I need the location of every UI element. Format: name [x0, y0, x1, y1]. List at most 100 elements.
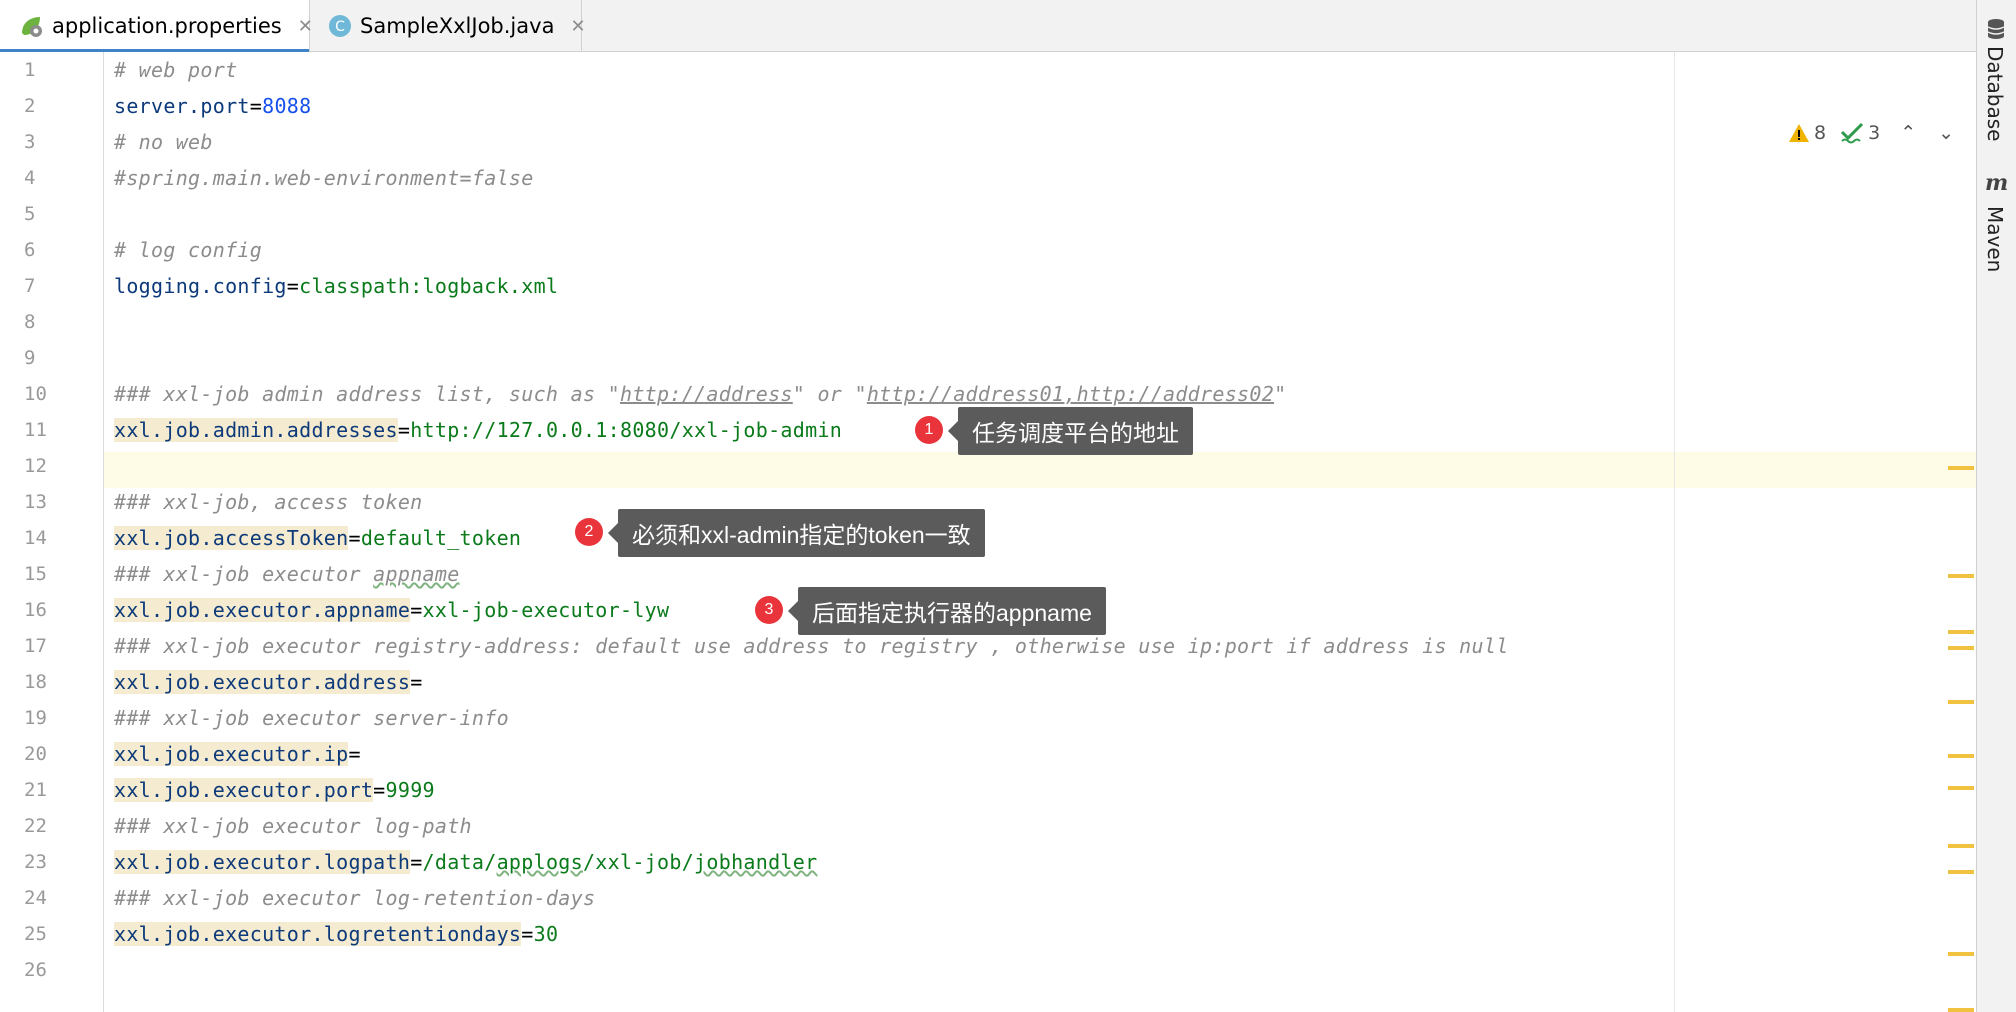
line-number: 18: [24, 671, 47, 693]
error-stripe-marker[interactable]: [1948, 646, 1974, 650]
annotation-callout-2: 必须和xxl-admin指定的token一致: [608, 509, 985, 557]
property-separator: =: [286, 274, 300, 298]
editor-tab-bar: application.properties ✕ C SampleXxlJob.…: [0, 0, 1976, 53]
chevron-down-icon[interactable]: ⌄: [1938, 122, 1954, 144]
comment-text: ### xxl-job executor log-retention-days: [114, 886, 596, 910]
code-line[interactable]: 3 # no web: [0, 124, 1976, 160]
error-stripe-marker[interactable]: [1948, 952, 1974, 956]
property-value: 8088: [262, 94, 312, 118]
code-line[interactable]: 6 # log config: [0, 232, 1976, 268]
code-line[interactable]: 8: [0, 304, 1976, 340]
line-number: 20: [24, 743, 47, 765]
code-line[interactable]: 14 xxl.job.accessToken=default_token: [0, 520, 1976, 556]
comment-text: ### xxl-job executor server-info: [114, 706, 509, 730]
property-value-fragment: jobhandler: [694, 850, 818, 874]
line-number: 1: [24, 59, 36, 81]
error-stripe-marker[interactable]: [1948, 754, 1974, 758]
code-text: xxl.job.executor.logretentiondays=30: [114, 922, 558, 946]
code-line[interactable]: 7 logging.config=classpath:logback.xml: [0, 268, 1976, 304]
comment-fragment: ": [1274, 382, 1287, 406]
tool-window-strip: Database m Maven: [1976, 0, 2016, 1012]
code-text: ### xxl-job executor log-retention-days: [114, 886, 595, 910]
tab-label: SampleXxlJob.java: [360, 14, 555, 38]
code-line[interactable]: 21 xxl.job.executor.port=9999: [0, 772, 1976, 808]
line-number: 26: [24, 959, 47, 981]
annotation-badge-3: 3: [755, 596, 783, 624]
database-icon[interactable]: [1985, 18, 2007, 46]
code-line[interactable]: 13 ### xxl-job, access token: [0, 484, 1976, 520]
property-separator: =: [397, 418, 411, 442]
close-icon[interactable]: ✕: [570, 16, 585, 37]
error-stripe-marker[interactable]: [1948, 844, 1974, 848]
code-line[interactable]: 26: [0, 952, 1976, 988]
error-stripe-marker[interactable]: [1948, 700, 1974, 704]
error-stripe-marker[interactable]: [1948, 1008, 1974, 1012]
code-line[interactable]: 19 ### xxl-job executor server-info: [0, 700, 1976, 736]
code-line[interactable]: 18 xxl.job.executor.address=: [0, 664, 1976, 700]
code-line[interactable]: 25 xxl.job.executor.logretentiondays=30: [0, 916, 1976, 952]
comment-text: # no web: [114, 130, 213, 154]
property-key: xxl.job.executor.ip: [114, 742, 349, 766]
code-line[interactable]: 20 xxl.job.executor.ip=: [0, 736, 1976, 772]
line-number: 21: [24, 779, 47, 801]
tab-sample-xxl-job-java[interactable]: C SampleXxlJob.java ✕: [310, 0, 586, 52]
comment-fragment: ### xxl-job executor: [114, 562, 374, 586]
maven-icon[interactable]: m: [1985, 170, 2008, 196]
annotation-callout-3: 后面指定执行器的appname: [788, 587, 1106, 635]
comment-text: ### xxl-job executor log-path: [114, 814, 472, 838]
line-number: 16: [24, 599, 47, 621]
code-text: # log config: [114, 238, 262, 262]
annotation-badge-1: 1: [915, 416, 943, 444]
chevron-up-icon[interactable]: ⌃: [1900, 122, 1916, 144]
line-number: 9: [24, 347, 36, 369]
line-number: 3: [24, 131, 36, 153]
tab-application-properties[interactable]: application.properties ✕: [0, 0, 313, 53]
tool-window-database[interactable]: Database: [1983, 46, 2007, 141]
code-text: xxl.job.executor.port=9999: [114, 778, 435, 802]
inspection-widget[interactable]: 8 3 ⌃ ⌄: [1788, 118, 1954, 148]
property-key: logging.config: [114, 274, 287, 298]
line-number: 25: [24, 923, 47, 945]
code-line[interactable]: 5: [0, 196, 1976, 232]
property-value: 9999: [385, 778, 435, 802]
tab-label: application.properties: [52, 14, 282, 38]
code-text: ### xxl-job admin address list, such as …: [114, 382, 1286, 406]
typo-count: 3: [1868, 122, 1881, 144]
code-editor[interactable]: 1 # web port 2 server.port=8088 3 # no web 4 #s…: [0, 52, 1976, 1012]
code-line[interactable]: 4 #spring.main.web-environment=false: [0, 160, 1976, 196]
error-stripe-marker[interactable]: [1948, 466, 1974, 470]
code-line[interactable]: 1 # web port: [0, 52, 1976, 88]
error-stripe-marker[interactable]: [1948, 630, 1974, 634]
code-line[interactable]: 22 ### xxl-job executor log-path: [0, 808, 1976, 844]
property-key: xxl.job.executor.appname: [114, 598, 411, 622]
tool-window-maven[interactable]: Maven: [1983, 206, 2007, 272]
comment-text: #spring.main.web-environment=false: [114, 166, 534, 190]
property-separator: =: [348, 742, 361, 766]
property-separator: =: [410, 598, 423, 622]
code-text: # no web: [114, 130, 213, 154]
error-stripe-marker[interactable]: [1948, 870, 1974, 874]
property-value: 30: [533, 922, 559, 946]
code-text: server.port=8088: [114, 94, 311, 118]
comment-fragment: ### xxl-job admin address list, such as …: [114, 382, 620, 406]
property-value: classpath:logback.xml: [299, 274, 559, 298]
line-number: 15: [24, 563, 47, 585]
code-line[interactable]: 23 xxl.job.executor.logpath=/data/applogs…: [0, 844, 1976, 880]
code-line[interactable]: 2 server.port=8088: [0, 88, 1976, 124]
code-line[interactable]: 9: [0, 340, 1976, 376]
error-stripe-marker[interactable]: [1948, 786, 1974, 790]
code-text: #spring.main.web-environment=false: [114, 166, 534, 190]
line-number: 8: [24, 311, 36, 333]
code-text: ### xxl-job executor registry-address: d…: [114, 634, 1509, 658]
comment-fragment: http://address01,http://address02: [866, 382, 1275, 406]
property-key: xxl.job.executor.address: [114, 670, 411, 694]
property-key: xxl.job.admin.addresses: [114, 418, 398, 442]
line-number: 19: [24, 707, 47, 729]
code-text: logging.config=classpath:logback.xml: [114, 274, 558, 298]
property-value: default_token: [360, 526, 522, 550]
code-line[interactable]: 24 ### xxl-job executor log-retention-day…: [0, 880, 1976, 916]
error-stripe-marker[interactable]: [1948, 574, 1974, 578]
line-number: 12: [24, 455, 47, 477]
property-value: xxl-job-executor-lyw: [422, 598, 670, 622]
comment-text: # web port: [114, 58, 238, 82]
